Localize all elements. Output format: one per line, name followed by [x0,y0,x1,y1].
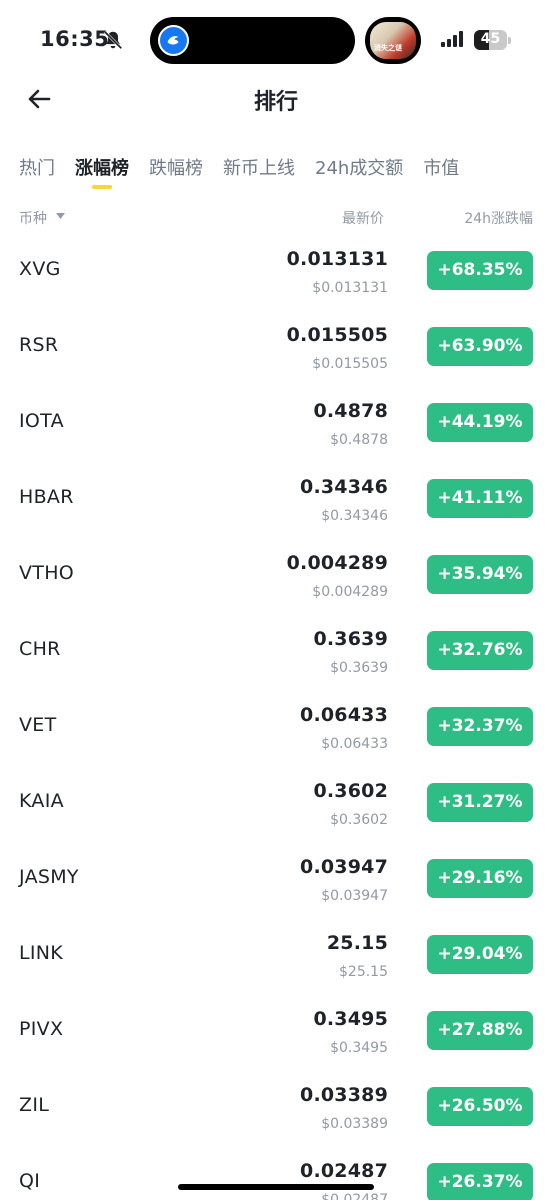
last-price: 0.34346 [300,476,388,498]
column-coin[interactable]: 币种 [19,208,47,228]
column-last-price[interactable]: 最新价 [342,208,384,228]
usd-price: $0.03389 [321,1116,388,1132]
coin-symbol: VET [19,714,57,736]
coin-row[interactable]: RSR 0.015505 $0.015505 +63.90% [0,310,552,386]
last-price: 0.013131 [286,248,388,270]
active-tab-indicator [92,185,112,189]
coin-row[interactable]: KAIA 0.3602 $0.3602 +31.27% [0,766,552,842]
coin-symbol: QI [19,1170,41,1192]
usd-price: $0.03947 [321,888,388,904]
change-badge[interactable]: +68.35% [427,251,533,290]
change-badge[interactable]: +29.16% [427,859,533,898]
change-badge[interactable]: +44.19% [427,403,533,442]
home-indicator[interactable] [178,1184,374,1190]
usd-price: $0.4878 [330,432,388,448]
change-badge[interactable]: +26.50% [427,1087,533,1126]
column-24h-change[interactable]: 24h涨跌幅 [464,208,533,228]
tab-24h-volume[interactable]: 24h成交额 [315,154,403,194]
tab-gainers[interactable]: 涨幅榜 [75,154,129,194]
last-price: 0.02487 [300,1160,388,1182]
coin-list: XVG 0.013131 $0.013131 +68.35% RSR 0.015505 $0… [0,234,552,1200]
usd-price: $25.15 [339,964,388,980]
coin-row[interactable]: CHR 0.3639 $0.3639 +32.76% [0,614,552,690]
tab-losers[interactable]: 跌幅榜 [149,154,203,194]
bell-slash-icon [103,30,123,50]
change-badge[interactable]: +41.11% [427,479,533,518]
change-badge[interactable]: +26.37% [427,1163,533,1200]
last-price: 0.004289 [286,552,388,574]
coin-row[interactable]: HBAR 0.34346 $0.34346 +41.11% [0,462,552,538]
coin-symbol: PIVX [19,1018,64,1040]
usd-price: $0.3639 [330,660,388,676]
tab-market-cap[interactable]: 市值 [423,154,459,194]
last-price: 0.3495 [313,1008,388,1030]
usd-price: $0.015505 [312,356,388,372]
coin-row[interactable]: PIVX 0.3495 $0.3495 +27.88% [0,994,552,1070]
last-price: 0.3602 [313,780,388,802]
change-badge[interactable]: +32.76% [427,631,533,670]
usd-price: $0.004289 [312,584,388,600]
last-price: 0.015505 [286,324,388,346]
battery-indicator: 45 [474,30,507,50]
coin-row[interactable]: ZIL 0.03389 $0.03389 +26.50% [0,1070,552,1146]
last-price: 0.3639 [313,628,388,650]
coin-row[interactable]: XVG 0.013131 $0.013131 +68.35% [0,234,552,310]
change-badge[interactable]: +31.27% [427,783,533,822]
change-badge[interactable]: +29.04% [427,935,533,974]
change-badge[interactable]: +63.90% [427,327,533,366]
coin-symbol: RSR [19,334,59,356]
dynamic-island[interactable] [150,17,355,64]
coin-symbol: JASMY [19,866,79,888]
coin-row[interactable]: IOTA 0.4878 $0.4878 +44.19% [0,386,552,462]
change-badge[interactable]: +27.88% [427,1011,533,1050]
last-price: 0.03389 [300,1084,388,1106]
coin-symbol: IOTA [19,410,64,432]
page-title: 排行 [253,90,298,115]
usd-price: $0.06433 [321,736,388,752]
usd-price: $0.02487 [321,1192,388,1200]
media-thumbnail[interactable]: 消失之谜 [365,17,421,64]
app-activity-icon [158,25,189,56]
usd-price: $0.3495 [330,1040,388,1056]
last-price: 0.03947 [300,856,388,878]
coin-row[interactable]: VTHO 0.004289 $0.004289 +35.94% [0,538,552,614]
coin-row[interactable]: VET 0.06433 $0.06433 +32.37% [0,690,552,766]
coin-symbol: HBAR [19,486,74,508]
status-time: 16:35 [40,27,110,51]
coin-symbol: CHR [19,638,61,660]
thumbnail-caption: 消失之谜 [374,44,402,52]
coin-symbol: ZIL [19,1094,50,1116]
tab-new-listings[interactable]: 新币上线 [223,154,295,194]
last-price: 0.06433 [300,704,388,726]
coin-row[interactable]: QI 0.02487 $0.02487 +26.37% [0,1146,552,1200]
coin-row[interactable]: LINK 25.15 $25.15 +29.04% [0,918,552,994]
battery-cap [508,37,511,44]
last-price: 0.4878 [313,400,388,422]
change-badge[interactable]: +32.37% [427,707,533,746]
coin-symbol: VTHO [19,562,75,584]
cellular-signal-icon [441,31,463,47]
coin-symbol: KAIA [19,790,64,812]
column-header: 币种 最新价 24h涨跌幅 [0,208,552,228]
usd-price: $0.3602 [330,812,388,828]
usd-price: $0.013131 [312,280,388,296]
usd-price: $0.34346 [321,508,388,524]
last-price: 25.15 [326,932,388,954]
battery-level: 45 [480,31,501,47]
sort-down-icon[interactable] [56,213,65,219]
coin-symbol: LINK [19,942,64,964]
coin-row[interactable]: JASMY 0.03947 $0.03947 +29.16% [0,842,552,918]
ranking-screen: 16:35 消失之谜 45 排行 热门 涨幅榜 跌幅榜 新币上线 24h成交额 … [0,0,552,1200]
change-badge[interactable]: +35.94% [427,555,533,594]
status-bar: 16:35 消失之谜 45 [0,0,552,80]
tab-hot[interactable]: 热门 [19,154,55,194]
coin-symbol: XVG [19,258,61,280]
ranking-tabs: 热门 涨幅榜 跌幅榜 新币上线 24h成交额 市值 [19,154,479,194]
